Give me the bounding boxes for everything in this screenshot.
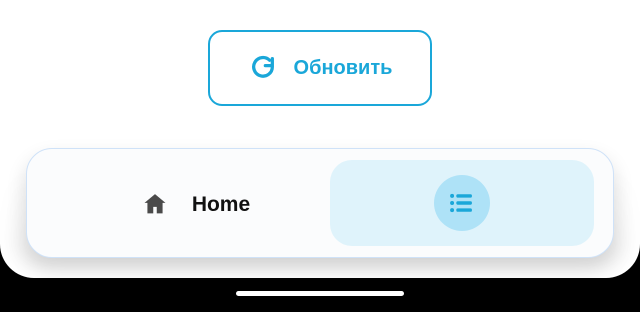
bottom-navigation-bar: Home <box>26 148 614 258</box>
app-content-area: Обновить Home <box>0 0 640 278</box>
refresh-button[interactable]: Обновить <box>208 30 432 106</box>
bottom-nav-item-list[interactable] <box>330 160 594 246</box>
app-screen: Обновить Home <box>0 0 640 312</box>
refresh-button-label: Обновить <box>293 57 393 79</box>
refresh-icon <box>248 53 278 83</box>
system-home-indicator[interactable] <box>236 291 404 296</box>
bottom-nav-label-home: Home <box>191 192 251 216</box>
list-icon <box>434 175 490 231</box>
home-icon <box>140 189 170 219</box>
bottom-nav-item-home[interactable]: Home <box>27 149 327 257</box>
